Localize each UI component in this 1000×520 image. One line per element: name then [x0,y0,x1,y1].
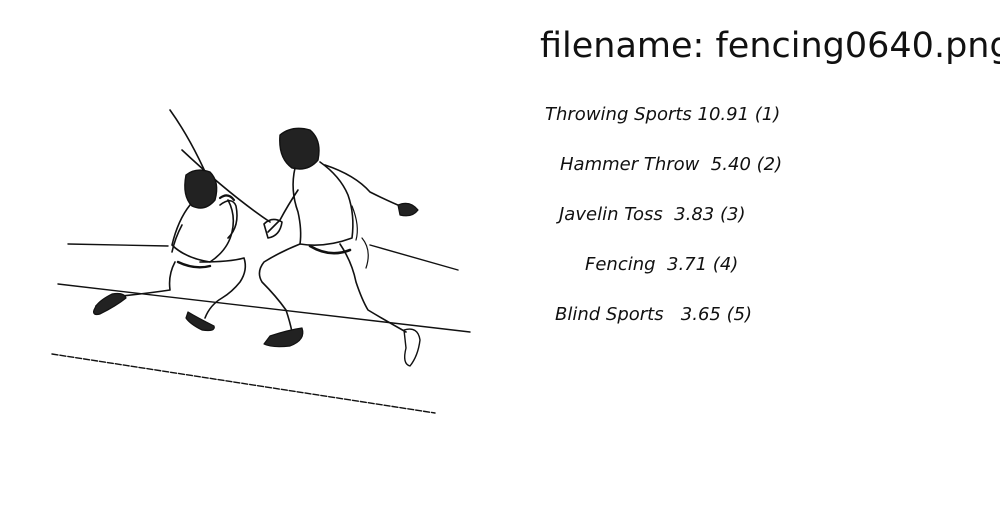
result-item-2: Hammer Throw 5.40 (2) [560,154,783,175]
result-item-3: Javelin Toss 3.83 (3) [559,204,746,225]
result-item-5: Blind Sports 3.65 (5) [555,304,753,325]
fencing-illustration-icon [51,109,471,414]
result-item-1: Throwing Sports 10.91 (1) [545,104,781,125]
filename-label: filename: fencing0640.png [540,26,1000,66]
result-item-4: Fencing 3.71 (4) [585,254,739,275]
